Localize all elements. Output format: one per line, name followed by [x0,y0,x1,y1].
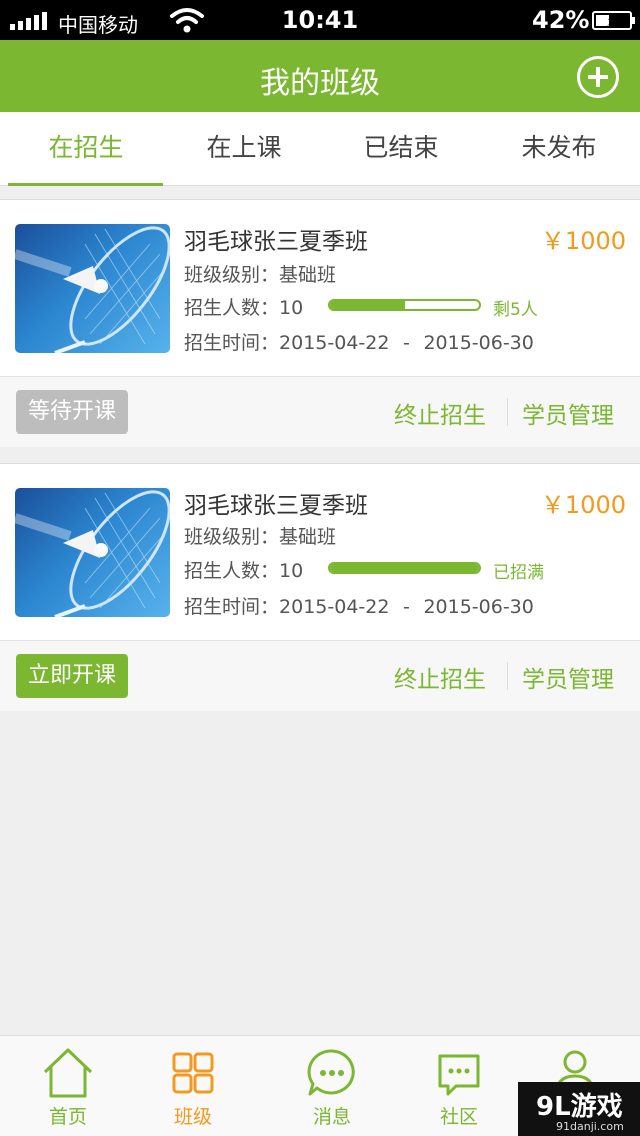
class-level-row: 班级级别：基础班 [184,260,336,287]
progress-fill [330,301,405,309]
progress-text: 剩5人 [493,300,538,320]
enroll-row: 招生人数：10 [184,556,303,583]
tab-recruiting[interactable]: 在招生 [8,112,164,186]
tabbar-item-community[interactable]: 社区 [404,1036,514,1136]
level-value: 基础班 [279,264,337,286]
status-button[interactable]: 立即开课 [16,654,129,698]
class-level-row: 班级级别：基础班 [184,522,336,549]
tab-in-class[interactable]: 在上课 [166,112,322,186]
grid-icon [172,1052,214,1094]
message-icon [307,1049,355,1096]
level-label: 班级级别： [184,264,280,286]
time-row: 招生时间：2015-04-22-2015-06-30 [184,592,534,619]
badminton-image [15,226,170,353]
home-icon [43,1048,93,1098]
date-separator: - [403,596,410,618]
battery-icon: ⚡ [592,11,635,30]
time-row: 招生时间：2015-04-22-2015-06-30 [184,328,534,355]
enroll-label: 招生人数： [184,560,280,582]
enroll-value: 10 [279,297,304,319]
class-thumbnail [15,224,170,353]
divider [507,662,508,690]
enroll-value: 10 [279,560,304,582]
class-title: 羽毛球张三夏季班 [184,229,368,255]
watermark: 9L游戏 91danji.com [518,1082,640,1136]
plus-circle-icon[interactable] [577,56,619,98]
enroll-label: 招生人数： [184,297,280,319]
progress-fill [330,564,479,572]
tabbar-item-class[interactable]: 班级 [138,1036,248,1136]
enroll-progress-bar [328,299,481,311]
card-footer: 立即开课 终止招生 学员管理 [0,640,640,711]
watermark-url: 91danji.com [556,1120,624,1133]
class-thumbnail [15,488,170,617]
active-tab-indicator [8,183,163,186]
start-date: 2015-04-22 [279,596,390,618]
nav-bar: 我的班级 [0,40,640,112]
tabbar-item-messages[interactable]: 消息 [277,1036,387,1136]
class-price: ￥1000 [540,491,626,519]
stop-recruiting-button[interactable]: 终止招生 [394,396,486,430]
tab-bar-top: 在招生 在上课 已结束 未发布 [0,112,640,186]
level-value: 基础班 [279,526,337,548]
level-label: 班级级别： [184,526,280,548]
manage-students-button[interactable]: 学员管理 [522,396,614,430]
page-title: 我的班级 [260,66,380,101]
manage-students-button[interactable]: 学员管理 [522,660,614,694]
time-label: 招生时间： [184,332,280,354]
divider [507,398,508,426]
tab-finished[interactable]: 已结束 [323,112,479,186]
class-price: ￥1000 [540,227,626,255]
card-footer: 等待开课 终止招生 学员管理 [0,376,640,447]
status-button[interactable]: 等待开课 [16,390,129,434]
battery-percent: 42% [532,6,590,34]
status-bar: 中国移动 10:41 42% ⚡ [0,0,640,40]
end-date: 2015-06-30 [423,332,534,354]
class-card[interactable]: 羽毛球张三夏季班 ￥1000 班级级别：基础班 招生人数：10 已招满 招生时间… [0,463,640,711]
tabbar-item-home[interactable]: 首页 [13,1036,123,1136]
class-title: 羽毛球张三夏季班 [184,493,368,519]
class-card[interactable]: 羽毛球张三夏季班 ￥1000 班级级别：基础班 招生人数：10 剩5人 招生时间… [0,199,640,447]
enroll-row: 招生人数：10 [184,293,303,320]
time-label: 招生时间： [184,596,280,618]
badminton-image [15,490,170,617]
enroll-progress-bar [328,562,481,574]
tabbar-label: 消息 [312,1106,351,1128]
end-date: 2015-06-30 [423,596,534,618]
tabbar-label: 社区 [439,1106,478,1128]
progress-text: 已招满 [493,563,544,583]
tabbar-label: 班级 [173,1106,212,1128]
community-icon [438,1054,480,1096]
tabbar-label: 首页 [48,1106,87,1128]
watermark-logo: 9L游戏 [536,1092,623,1122]
date-separator: - [403,332,410,354]
stop-recruiting-button[interactable]: 终止招生 [394,660,486,694]
start-date: 2015-04-22 [279,332,390,354]
charging-bolt-icon: ⚡ [606,11,618,30]
tab-unpublished[interactable]: 未发布 [481,112,637,186]
